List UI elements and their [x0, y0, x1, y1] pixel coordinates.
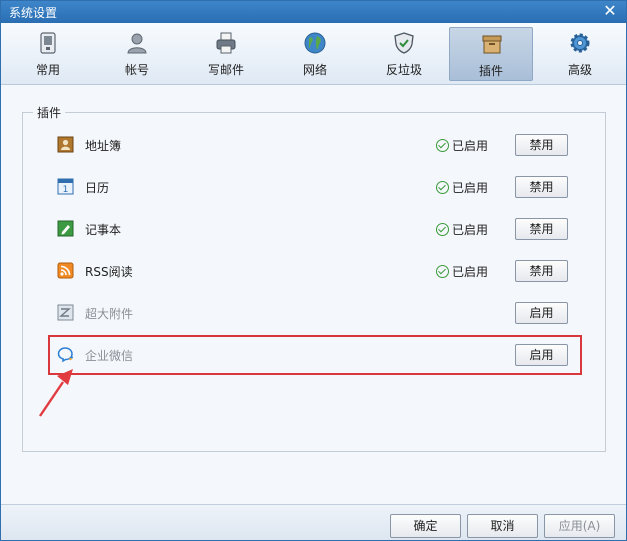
- shield-icon: [394, 32, 414, 54]
- cancel-button[interactable]: 取消: [467, 514, 538, 538]
- user-icon: [127, 33, 147, 54]
- plugin-name: 日历: [85, 181, 110, 195]
- disable-button[interactable]: 禁用: [515, 134, 568, 156]
- plugin-status-text: 已启用: [452, 223, 489, 237]
- apply-button[interactable]: 应用(A): [544, 514, 615, 538]
- tab-network[interactable]: 网络: [273, 27, 357, 81]
- check-circle-icon: [436, 265, 449, 278]
- box-icon: [482, 35, 502, 54]
- tab-label: 插件: [478, 64, 503, 78]
- check-circle-icon: [436, 223, 449, 236]
- plugin-status: 已启用: [436, 263, 488, 280]
- plugin-row-calendar: 1 日历 已启用 禁用: [57, 175, 587, 199]
- tab-label: 网络: [302, 63, 327, 77]
- plugin-row-large-attachment: 超大附件 启用: [57, 301, 587, 325]
- globe-icon: [304, 32, 326, 54]
- ok-button[interactable]: 确定: [390, 514, 461, 538]
- plugin-name: 地址簿: [85, 139, 122, 153]
- disable-button[interactable]: 禁用: [515, 218, 568, 240]
- printer-icon: [216, 32, 236, 54]
- plugin-name: 超大附件: [85, 307, 134, 321]
- tab-compose[interactable]: 写邮件: [184, 27, 268, 81]
- tab-plugins[interactable]: 插件: [449, 27, 533, 81]
- title-bar: 系统设置 ✕: [1, 1, 626, 23]
- plugin-status: 已启用: [436, 137, 488, 154]
- check-circle-icon: [436, 181, 449, 194]
- rss-icon: [57, 262, 74, 279]
- plugin-status: 已启用: [436, 179, 488, 196]
- calendar-icon: 1: [57, 178, 74, 195]
- plugin-row-rss: RSS阅读 已启用 禁用: [57, 259, 587, 283]
- plugins-panel: 插件 地址簿 已启用 禁用 1 日历 已启用 禁用 记事本 已启用 禁用 RSS…: [1, 86, 626, 504]
- plugin-status-text: 已启用: [452, 265, 489, 279]
- group-legend: 插件: [33, 104, 66, 121]
- highlight-box: [48, 335, 582, 375]
- plugin-name: 记事本: [85, 223, 122, 237]
- arrow-icon: [39, 369, 73, 417]
- phone-icon: [40, 32, 56, 54]
- settings-tabs: 常用 帐号 写邮件 网络 反垃圾 插件 高级: [1, 23, 626, 85]
- plugin-status-text: 已启用: [452, 139, 489, 153]
- settings-window: 系统设置 ✕ 常用 帐号 写邮件 网络 反垃圾 插件 高级 插件 地址簿 已启用…: [0, 0, 627, 541]
- tab-label: 常用: [35, 63, 60, 77]
- check-circle-icon: [436, 139, 449, 152]
- gear-icon: [570, 33, 590, 53]
- attachment-icon: [57, 304, 74, 321]
- notepad-icon: [57, 220, 74, 237]
- addressbook-icon: [57, 136, 74, 153]
- plugins-group: 插件 地址簿 已启用 禁用 1 日历 已启用 禁用 记事本 已启用 禁用 RSS…: [22, 104, 606, 452]
- plugin-row-notepad: 记事本 已启用 禁用: [57, 217, 587, 241]
- tab-label: 写邮件: [207, 63, 244, 77]
- disable-button[interactable]: 禁用: [515, 176, 568, 198]
- tab-label: 帐号: [124, 63, 149, 77]
- dialog-footer: 确定 取消 应用(A): [1, 504, 626, 540]
- tab-account[interactable]: 帐号: [95, 27, 179, 81]
- plugin-name: RSS阅读: [85, 265, 133, 279]
- plugin-row-addressbook: 地址簿 已启用 禁用: [57, 133, 587, 157]
- svg-text:1: 1: [63, 185, 69, 195]
- tab-label: 高级: [567, 63, 592, 77]
- enable-button[interactable]: 启用: [515, 302, 568, 324]
- plugin-status: 已启用: [436, 221, 488, 238]
- tab-general[interactable]: 常用: [6, 27, 90, 81]
- disable-button[interactable]: 禁用: [515, 260, 568, 282]
- tab-advanced[interactable]: 高级: [538, 27, 622, 81]
- plugin-status-text: 已启用: [452, 181, 489, 195]
- window-title: 系统设置: [9, 6, 58, 20]
- tab-antispam[interactable]: 反垃圾: [362, 27, 446, 81]
- close-icon[interactable]: ✕: [602, 2, 618, 20]
- tab-label: 反垃圾: [385, 63, 422, 77]
